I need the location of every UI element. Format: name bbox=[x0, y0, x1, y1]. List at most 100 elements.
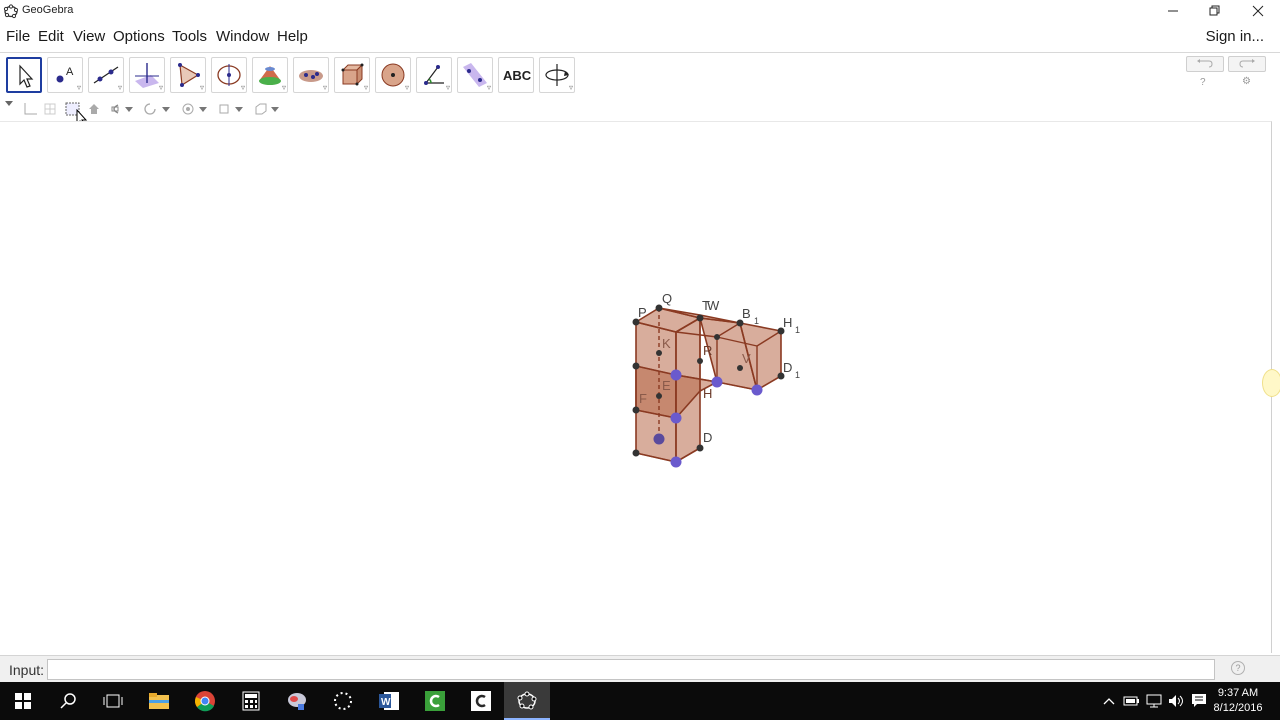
file-explorer-taskbar-button[interactable] bbox=[136, 682, 182, 720]
label-d-subscript: 1 bbox=[795, 370, 800, 380]
view-cube-dropdown-icon[interactable] bbox=[252, 101, 284, 117]
graphics-3d-view[interactable]: P Q T W B 1 H 1 K R V D 1 E H F D bbox=[0, 121, 1280, 653]
side-panel-handle[interactable] bbox=[1262, 369, 1280, 397]
battery-indicator[interactable] bbox=[1122, 682, 1142, 720]
polygon-tool-button[interactable]: ▿ bbox=[170, 57, 206, 93]
vertex-point[interactable] bbox=[632, 449, 640, 457]
close-button[interactable] bbox=[1236, 0, 1280, 22]
vertex-point[interactable] bbox=[697, 358, 703, 364]
start-button[interactable] bbox=[0, 682, 46, 720]
redo-button[interactable] bbox=[1228, 56, 1266, 72]
clipping-dropdown-icon[interactable] bbox=[216, 101, 248, 117]
free-point[interactable] bbox=[670, 456, 682, 468]
help-icon[interactable]: ? bbox=[1200, 77, 1206, 88]
chevron-up-icon bbox=[1103, 698, 1115, 705]
folder-icon bbox=[149, 693, 169, 709]
label-k: K bbox=[662, 336, 671, 351]
chrome-taskbar-button[interactable] bbox=[182, 682, 228, 720]
input-label: Input: bbox=[9, 662, 45, 678]
dropdown-arrow-icon: ▿ bbox=[158, 83, 163, 92]
point-tool-button[interactable]: A ▿ bbox=[47, 57, 83, 93]
line-tool-button[interactable]: ▿ bbox=[88, 57, 124, 93]
rotate-view-tool-button[interactable]: ▿ bbox=[539, 57, 575, 93]
sphere-tool-button[interactable]: ▿ bbox=[375, 57, 411, 93]
cone-tool-button[interactable]: ▿ bbox=[252, 57, 288, 93]
label-p: P bbox=[638, 305, 647, 320]
rotate-animation-dropdown-icon[interactable] bbox=[142, 101, 174, 117]
circle-tool-button[interactable]: ▿ bbox=[211, 57, 247, 93]
action-center-button[interactable] bbox=[1188, 682, 1210, 720]
calculator-taskbar-button[interactable] bbox=[228, 682, 274, 720]
cube-net-drawing[interactable]: P Q T W B 1 H 1 K R V D 1 E H F D bbox=[600, 281, 820, 481]
svg-text:W: W bbox=[381, 697, 391, 708]
axes-toggle-icon[interactable] bbox=[22, 101, 38, 117]
menu-window[interactable]: Window bbox=[216, 28, 269, 45]
geogebra-taskbar-icon bbox=[517, 691, 537, 710]
word-taskbar-button[interactable]: W bbox=[366, 682, 412, 720]
search-button[interactable] bbox=[46, 682, 92, 720]
network-icon bbox=[1146, 694, 1162, 708]
dropdown-arrow-icon: ▿ bbox=[445, 83, 450, 92]
svg-text:A: A bbox=[66, 66, 74, 78]
task-view-button[interactable] bbox=[90, 682, 136, 720]
sphere-tool-icon bbox=[381, 63, 405, 87]
grid-toggle-icon[interactable] bbox=[42, 101, 58, 117]
camtasia-taskbar-button[interactable] bbox=[412, 682, 458, 720]
vertex-point[interactable] bbox=[696, 314, 704, 322]
perpendicular-tool-icon bbox=[135, 63, 159, 88]
dropdown-arrow-icon: ▿ bbox=[363, 83, 368, 92]
projection-dropdown-icon[interactable] bbox=[106, 101, 136, 117]
geogebra-taskbar-button[interactable] bbox=[504, 682, 550, 720]
stylebar-toggle-icon[interactable] bbox=[4, 100, 14, 116]
settings-gear-icon[interactable]: ⚙ bbox=[1242, 76, 1251, 87]
toolbar: A ▿ ▿ ▿ ▿ ▿ ▿ ▿ ▿ ▿ ▿ ▿ ABC ▿ ? ⚙ bbox=[0, 52, 1280, 98]
windows-taskbar: W 9:37 AM 8/12/2016 bbox=[0, 682, 1280, 720]
volume-control[interactable] bbox=[1166, 682, 1186, 720]
angle-tool-button[interactable]: ▿ bbox=[416, 57, 452, 93]
text-tool-button[interactable]: ABC bbox=[498, 57, 534, 93]
label-b: B bbox=[742, 306, 751, 321]
intersect-tool-button[interactable]: ▿ bbox=[293, 57, 329, 93]
restore-button[interactable] bbox=[1193, 0, 1237, 22]
free-point[interactable] bbox=[670, 412, 682, 424]
taskbar-clock[interactable]: 9:37 AM 8/12/2016 bbox=[1210, 686, 1266, 716]
cube-tool-button[interactable]: ▿ bbox=[334, 57, 370, 93]
input-help-icon[interactable]: ? bbox=[1231, 661, 1245, 675]
vertex-point[interactable] bbox=[696, 444, 704, 452]
free-point[interactable] bbox=[670, 369, 682, 381]
vertex-point[interactable] bbox=[714, 334, 720, 340]
menu-help[interactable]: Help bbox=[277, 28, 308, 45]
move-tool-button[interactable] bbox=[6, 57, 42, 93]
menu-options[interactable]: Options bbox=[113, 28, 165, 45]
vertex-point[interactable] bbox=[632, 362, 640, 370]
network-indicator[interactable] bbox=[1144, 682, 1164, 720]
angle-tool-icon bbox=[424, 65, 444, 85]
free-point[interactable] bbox=[653, 433, 665, 445]
menu-tools[interactable]: Tools bbox=[172, 28, 207, 45]
brain-app-icon bbox=[288, 693, 306, 710]
undo-button[interactable] bbox=[1186, 56, 1224, 72]
reflect-tool-button[interactable]: ▿ bbox=[457, 57, 493, 93]
menu-edit[interactable]: Edit bbox=[38, 28, 64, 45]
loading-app-taskbar-button[interactable] bbox=[320, 682, 366, 720]
free-point[interactable] bbox=[711, 376, 723, 388]
menu-file[interactable]: File bbox=[6, 28, 30, 45]
free-point[interactable] bbox=[751, 384, 763, 396]
perpendicular-tool-button[interactable]: ▿ bbox=[129, 57, 165, 93]
windows-logo-icon bbox=[15, 693, 31, 709]
tray-overflow-button[interactable] bbox=[1100, 682, 1118, 720]
vertex-point[interactable] bbox=[656, 393, 662, 399]
intersect-tool-icon bbox=[299, 70, 323, 82]
view-direction-dropdown-icon[interactable] bbox=[180, 101, 212, 117]
vertex-point[interactable] bbox=[632, 406, 640, 414]
app-taskbar-button[interactable] bbox=[274, 682, 320, 720]
algebra-input-field[interactable] bbox=[47, 659, 1215, 680]
cone-tool-icon bbox=[259, 66, 281, 85]
minimize-button[interactable] bbox=[1151, 0, 1195, 22]
menu-view[interactable]: View bbox=[73, 28, 105, 45]
camtasia-recorder-taskbar-button[interactable] bbox=[458, 682, 504, 720]
label-h-small: H bbox=[703, 386, 712, 401]
sign-in-link[interactable]: Sign in... bbox=[1206, 28, 1264, 45]
home-view-icon[interactable] bbox=[86, 101, 102, 117]
chrome-icon bbox=[195, 691, 215, 712]
